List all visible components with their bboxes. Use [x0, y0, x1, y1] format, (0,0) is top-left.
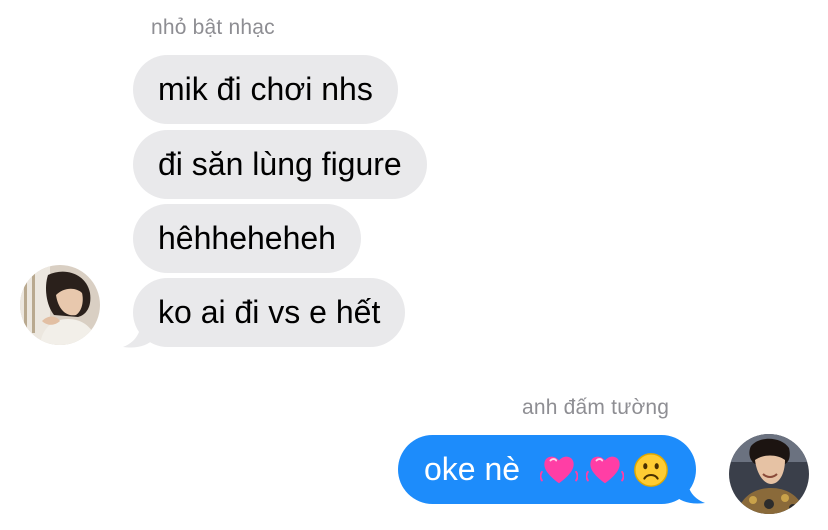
avatar-photo-icon — [729, 434, 809, 514]
outgoing-message-text: oke nè — [424, 451, 521, 487]
incoming-sender-name: nhỏ bật nhạc — [151, 16, 275, 39]
message-bubble-incoming-4[interactable]: ko ai đi vs e hết — [133, 278, 406, 347]
outgoing-bubble-tail — [674, 470, 705, 504]
outgoing-sender-name: anh đấm tường — [522, 396, 670, 419]
pink-heart-icon — [540, 456, 579, 483]
pink-heart-icon — [586, 456, 625, 483]
message-bubble-incoming-3[interactable]: hêhheheheh — [133, 204, 361, 273]
incoming-sender-avatar[interactable] — [20, 265, 100, 345]
outgoing-sender-avatar[interactable] — [729, 434, 809, 514]
sad-face-icon — [634, 452, 668, 487]
message-bubble-incoming-2[interactable]: đi săn lùng figure — [133, 130, 427, 199]
message-bubble-outgoing[interactable]: oke nè — [398, 435, 696, 504]
outgoing-emoji-group — [532, 451, 670, 489]
incoming-bubble-tail — [123, 314, 154, 348]
message-bubble-incoming-1[interactable]: mik đi chơi nhs — [133, 55, 398, 124]
avatar-photo-icon — [20, 265, 100, 345]
